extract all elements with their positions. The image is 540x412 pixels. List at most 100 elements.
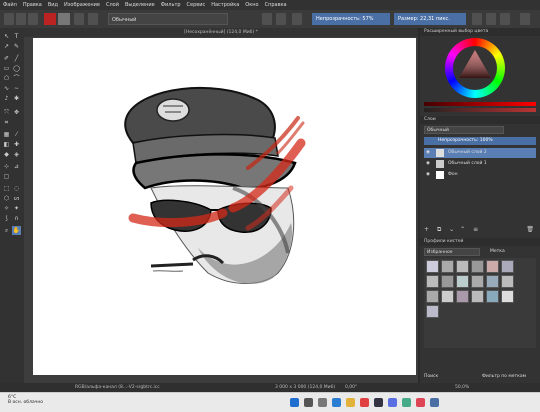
- line-tool-icon[interactable]: ╱: [12, 54, 21, 63]
- duplicate-layer-icon[interactable]: ⧉: [437, 226, 441, 233]
- freehand-path-tool-icon[interactable]: ∼: [12, 84, 21, 93]
- brush-settings-button[interactable]: [74, 13, 84, 25]
- search-icon[interactable]: [304, 398, 313, 407]
- blend-mode-select[interactable]: Обычный: [108, 13, 228, 25]
- brush-preset[interactable]: [441, 260, 454, 273]
- brush-preset[interactable]: [441, 290, 454, 303]
- file-explorer-icon[interactable]: [346, 398, 355, 407]
- brush-preset[interactable]: [441, 275, 454, 288]
- text-tool-icon[interactable]: T: [12, 32, 21, 41]
- open-document-button[interactable]: [16, 13, 26, 25]
- menu-select[interactable]: Выделение: [122, 2, 158, 8]
- ellipse-tool-icon[interactable]: ◯: [12, 64, 21, 73]
- new-document-button[interactable]: [4, 13, 14, 25]
- brush-preset[interactable]: [501, 275, 514, 288]
- reload-preset-button[interactable]: [276, 13, 286, 25]
- layer-properties-icon[interactable]: ≡: [473, 226, 478, 233]
- delete-layer-icon[interactable]: 🗑: [526, 226, 534, 234]
- brush-preset[interactable]: [486, 260, 499, 273]
- brush-preset[interactable]: [501, 260, 514, 273]
- layer-row[interactable]: ◉ Обычный слой 2: [424, 148, 536, 158]
- opera-icon[interactable]: [416, 398, 425, 407]
- brush-preset[interactable]: [471, 290, 484, 303]
- alpha-lock-button[interactable]: [292, 13, 302, 25]
- zoom-status[interactable]: 50,0%: [455, 383, 469, 392]
- move-tool-icon[interactable]: ✥: [12, 108, 21, 117]
- menu-view[interactable]: Вид: [45, 2, 61, 8]
- dynamic-brush-tool-icon[interactable]: ♪: [2, 94, 11, 103]
- contiguous-select-tool-icon[interactable]: ✧: [2, 204, 11, 213]
- enclose-fill-tool-icon[interactable]: ◈: [12, 150, 21, 159]
- brush-preset[interactable]: [456, 290, 469, 303]
- polygon-tool-icon[interactable]: ⬠: [2, 74, 11, 83]
- menu-tools[interactable]: Сервис: [184, 2, 209, 8]
- reference-images-tool-icon[interactable]: ▢: [2, 172, 11, 181]
- layer-opacity-slider[interactable]: Непрозрачность: 100%: [424, 137, 536, 145]
- rectangle-tool-icon[interactable]: ▭: [2, 64, 11, 73]
- polygonal-select-tool-icon[interactable]: ⬡: [2, 194, 11, 203]
- youtube-icon[interactable]: [360, 398, 369, 407]
- eye-icon[interactable]: ◉: [426, 170, 430, 180]
- brush-preset-button[interactable]: [44, 13, 56, 25]
- brush-preset[interactable]: [471, 275, 484, 288]
- color-triangle[interactable]: [445, 38, 505, 98]
- color-profile-status[interactable]: RGB/альфа-канал (8...-V2-srgbtrc.icc: [75, 383, 160, 392]
- swap-colors-button[interactable]: [88, 13, 98, 25]
- menu-window[interactable]: Окно: [242, 2, 261, 8]
- bezier-select-tool-icon[interactable]: ⟆: [2, 214, 11, 223]
- calligraphy-tool-icon[interactable]: ✎: [12, 42, 21, 51]
- opacity-slider[interactable]: Непрозрачность: 57%: [312, 13, 390, 25]
- saturation-slider[interactable]: [424, 108, 536, 112]
- drawing-canvas[interactable]: [33, 38, 416, 375]
- start-icon[interactable]: [290, 398, 299, 407]
- brush-preset[interactable]: [426, 290, 439, 303]
- brush-preset[interactable]: [426, 260, 439, 273]
- brush-preset[interactable]: [456, 275, 469, 288]
- edge-icon[interactable]: [332, 398, 341, 407]
- assistant-tool-icon[interactable]: ⊹: [2, 162, 11, 171]
- layer-blend-mode[interactable]: Обычный: [424, 126, 504, 134]
- menu-image[interactable]: Изображение: [61, 2, 103, 8]
- hue-slider[interactable]: [424, 102, 536, 106]
- steam-icon[interactable]: [374, 398, 383, 407]
- colorize-mask-tool-icon[interactable]: ◧: [2, 140, 11, 149]
- select-shapes-tool-icon[interactable]: ↖: [2, 32, 11, 41]
- crop-tool-icon[interactable]: ⌗: [2, 118, 11, 127]
- krita-icon[interactable]: [430, 398, 439, 407]
- polyline-tool-icon[interactable]: ⌒: [12, 74, 21, 83]
- move-layer-up-icon[interactable]: ⌃: [460, 226, 465, 233]
- size-slider[interactable]: Размер: 22,31 пикс.: [394, 13, 466, 25]
- workspace-button[interactable]: [520, 13, 530, 25]
- multibrush-tool-icon[interactable]: ✱: [12, 94, 21, 103]
- freehand-select-tool-icon[interactable]: ᔕ: [12, 194, 21, 203]
- eye-icon[interactable]: ◉: [426, 159, 430, 169]
- task-view-icon[interactable]: [318, 398, 327, 407]
- add-layer-icon[interactable]: +: [424, 226, 429, 233]
- wrap-around-button[interactable]: [500, 13, 510, 25]
- discord-icon[interactable]: [388, 398, 397, 407]
- brush-preset[interactable]: [471, 260, 484, 273]
- smart-patch-tool-icon[interactable]: ✚: [12, 140, 21, 149]
- mirror-vertical-button[interactable]: [486, 13, 496, 25]
- color-wheel[interactable]: [445, 38, 505, 98]
- menu-edit[interactable]: Правка: [20, 2, 45, 8]
- fill-pattern-button[interactable]: [58, 13, 70, 25]
- bezier-tool-icon[interactable]: ∿: [2, 84, 11, 93]
- move-layer-down-icon[interactable]: ⌄: [449, 226, 454, 233]
- edit-shapes-tool-icon[interactable]: ↗: [2, 42, 11, 51]
- rotation-status[interactable]: 0,00°: [345, 383, 357, 392]
- menu-help[interactable]: Справка: [262, 2, 290, 8]
- brush-tag-checkbox[interactable]: Фильтр по меткам: [482, 374, 526, 379]
- similar-select-tool-icon[interactable]: ✦: [12, 204, 21, 213]
- rectangular-select-tool-icon[interactable]: ⬚: [2, 184, 11, 193]
- menu-layer[interactable]: Слой: [103, 2, 122, 8]
- layer-row[interactable]: ◉ Обычный слой 1: [424, 159, 536, 169]
- brush-tool-icon[interactable]: ✐: [2, 54, 11, 63]
- measure-tool-icon[interactable]: ⊿: [12, 162, 21, 171]
- color-picker-tool-icon[interactable]: ⁄: [12, 130, 21, 139]
- gradient-tool-icon[interactable]: ▦: [2, 130, 11, 139]
- brush-preset[interactable]: [501, 290, 514, 303]
- layer-row[interactable]: ◉ Фон: [424, 170, 536, 180]
- elliptical-select-tool-icon[interactable]: ◌: [12, 184, 21, 193]
- pan-tool-icon[interactable]: ✋: [12, 226, 21, 235]
